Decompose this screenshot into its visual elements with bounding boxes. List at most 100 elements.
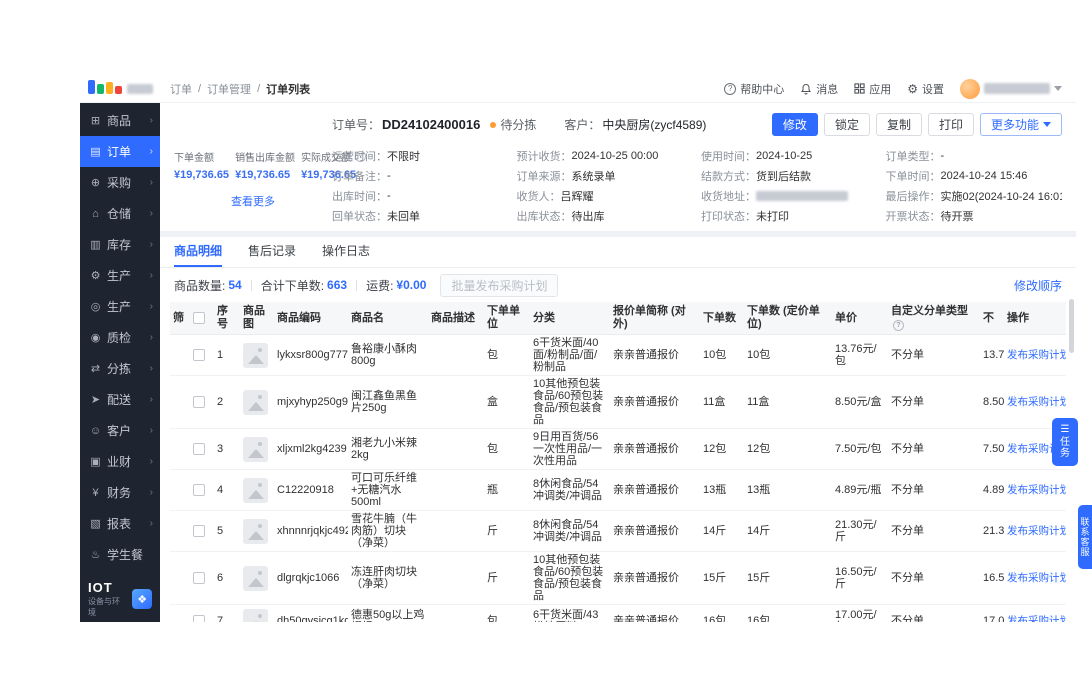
breadcrumb-order-management[interactable]: 订单管理 xyxy=(207,81,251,97)
sidebar-item-goods[interactable]: ⊞ 商品 › xyxy=(80,105,160,136)
order-qty: 12包 xyxy=(700,428,744,470)
row-image-cell xyxy=(240,510,274,552)
publish-purchase-plan-link[interactable]: 发布采购计划 xyxy=(1007,396,1066,408)
tab-aftersale-records[interactable]: 售后记录 xyxy=(248,237,296,267)
row-checkbox[interactable] xyxy=(193,615,205,622)
view-more-link[interactable]: 查看更多 xyxy=(174,193,332,209)
reorder-link[interactable]: 修改顺序 xyxy=(1014,277,1062,294)
quote-sheet-name: 亲亲普通报价 xyxy=(610,334,700,376)
product-code: lykxsr800g7776 xyxy=(274,334,348,376)
breadcrumb-orders[interactable]: 订单 xyxy=(170,81,192,97)
table-scrollbar-thumb[interactable] xyxy=(1069,299,1074,353)
batch-publish-purchase-plan-button[interactable]: 批量发布采购计划 xyxy=(440,273,559,297)
product-image-placeholder[interactable] xyxy=(243,389,268,415)
sidebar-item-finance[interactable]: ¥ 财务 › xyxy=(80,477,160,508)
row-image-cell xyxy=(240,334,274,376)
publish-purchase-plan-link[interactable]: 发布采购计划 xyxy=(1007,525,1066,537)
field-value: - xyxy=(387,170,391,182)
row-checkbox[interactable] xyxy=(193,349,205,362)
sidebar-item-orders[interactable]: ▤ 订单 › xyxy=(80,136,160,167)
sidebar-item-label: 质检 xyxy=(107,331,132,345)
contact-service-floating-button[interactable]: 联系客服 xyxy=(1078,505,1092,569)
sidebar-item-purchase[interactable]: ⊕ 采购 › xyxy=(80,167,160,198)
product-image-placeholder[interactable] xyxy=(243,518,268,544)
product-name: 德惠50g以上鸡翅根1kg xyxy=(348,604,428,622)
product-name: 湘老九小米辣2kg xyxy=(348,428,428,470)
copy-button[interactable]: 复制 xyxy=(875,113,922,136)
product-image-placeholder[interactable] xyxy=(243,342,268,368)
sidebar-item-icon: ♨ xyxy=(90,549,101,561)
unit-price: 7.50元/包 xyxy=(832,428,888,470)
row-filter-cell xyxy=(170,604,190,622)
publish-purchase-plan-link[interactable]: 发布采购计划 xyxy=(1007,615,1066,622)
col-name: 商品名 xyxy=(348,302,428,335)
field-value: 2024-10-25 xyxy=(756,150,813,162)
publish-purchase-plan-link[interactable]: 发布采购计划 xyxy=(1007,572,1066,584)
stat-value: ¥19,736.65 xyxy=(235,169,291,181)
publish-purchase-plan-link[interactable]: 发布采购计划 xyxy=(1007,349,1066,361)
sidebar-item-sorting[interactable]: ⇄ 分拣 › xyxy=(80,353,160,384)
field-value: - xyxy=(940,150,945,162)
row-checkbox[interactable] xyxy=(193,396,205,409)
select-all-checkbox[interactable] xyxy=(193,311,205,324)
row-checkbox[interactable] xyxy=(193,525,205,538)
field-label: 预计收货： xyxy=(516,151,572,163)
sidebar-item-icon: ▣ xyxy=(90,456,101,468)
sidebar-item-student-meal[interactable]: ♨ 学生餐 › xyxy=(80,539,160,570)
sidebar-item-label: 商品 xyxy=(107,114,132,128)
lock-button[interactable]: 锁定 xyxy=(823,113,870,136)
logo-bar-red xyxy=(115,85,122,94)
order-field: 收货人： 吕辉耀 xyxy=(517,188,694,204)
field-value: 未回单 xyxy=(387,211,420,223)
sidebar-item-label: 分拣 xyxy=(107,362,132,376)
user-menu[interactable] xyxy=(960,78,1062,99)
order-info-column: 运营时间：不限时订单备注：-出库时间：-回单状态：未回单结款状态：待申请结款自定… xyxy=(332,148,509,223)
order-field: 使用时间： 2024-10-25 xyxy=(701,148,878,164)
task-floating-button[interactable]: ☰ 任务 xyxy=(1052,418,1078,466)
row-filter-cell xyxy=(170,469,190,511)
row-checkbox[interactable] xyxy=(193,572,205,585)
sidebar-item-delivery[interactable]: ➤ 配送 › xyxy=(80,384,160,415)
sidebar-item-customers[interactable]: ☺ 客户 › xyxy=(80,415,160,446)
settings-link[interactable]: ⚙ 设置 xyxy=(907,81,944,97)
messages-link[interactable]: 消息 xyxy=(800,81,838,97)
sidebar-item-reports[interactable]: ▧ 报表 › xyxy=(80,508,160,539)
row-checkbox[interactable] xyxy=(193,443,205,456)
app-logo[interactable] xyxy=(80,79,160,98)
order-unit: 斤 xyxy=(484,551,530,605)
publish-purchase-plan-link[interactable]: 发布采购计划 xyxy=(1007,484,1066,496)
product-category: 6干货米面/43烘焙原料 xyxy=(530,604,610,622)
edit-button[interactable]: 修改 xyxy=(771,113,818,136)
sidebar-item-inventory[interactable]: ▥ 库存 › xyxy=(80,229,160,260)
order-qty: 10包 xyxy=(700,334,744,376)
apps-link[interactable]: 应用 xyxy=(854,81,891,97)
product-image-placeholder[interactable] xyxy=(243,565,268,591)
help-icon[interactable]: ? xyxy=(893,320,904,331)
sidebar-item-production[interactable]: ⚙ 生产 › xyxy=(80,260,160,291)
product-image-placeholder[interactable] xyxy=(243,608,268,622)
sidebar-item-production-2[interactable]: ◎ 生产 › xyxy=(80,291,160,322)
product-image-placeholder[interactable] xyxy=(243,477,268,503)
order-qty: 13瓶 xyxy=(700,469,744,511)
help-center-link[interactable]: ? 帮助中心 xyxy=(724,81,784,97)
tab-operation-log[interactable]: 操作日志 xyxy=(322,237,370,267)
sidebar-item-warehouse[interactable]: ⌂ 仓储 › xyxy=(80,198,160,229)
table-toolbar: 商品数量: 54 合计下单数: 663 运费: ¥0.00 批量发布采购计划 修… xyxy=(160,268,1076,302)
product-table: 筛 序号 商品图 商品编码 商品名 商品描述 下单单位 分类 报价单简称 (对外… xyxy=(170,302,1066,622)
chevron-down-icon xyxy=(1043,122,1051,127)
field-value: 实施02(2024-10-24 16:01) xyxy=(940,191,1063,203)
col-split-type-label: 自定义分单类型 xyxy=(891,305,968,317)
col-category: 分类 xyxy=(530,302,610,335)
print-button[interactable]: 打印 xyxy=(927,113,974,136)
sidebar-item-business-finance[interactable]: ▣ 业财 › xyxy=(80,446,160,477)
tab-product-detail[interactable]: 商品明细 xyxy=(174,237,223,267)
row-checkbox[interactable] xyxy=(193,484,205,497)
order-qty-priced: 16包 xyxy=(744,604,832,622)
sidebar-item-iot[interactable]: IOT 设备与环境 ❖ xyxy=(80,576,160,622)
table-row: 1 lykxsr800g7776 鲁裕康小酥肉800g 包 6干货米面/40面/… xyxy=(170,334,1066,376)
product-category: 6干货米面/40面/粉制品/面/粉制品 xyxy=(530,334,610,376)
product-image-placeholder[interactable] xyxy=(243,436,268,462)
sidebar-item-quality[interactable]: ◉ 质检 › xyxy=(80,322,160,353)
order-info-column: 使用时间：2024-10-25结款方式：货到后结款收货地址：打印状态：未打印部门… xyxy=(701,148,878,223)
more-actions-button[interactable]: 更多功能 xyxy=(979,113,1062,136)
